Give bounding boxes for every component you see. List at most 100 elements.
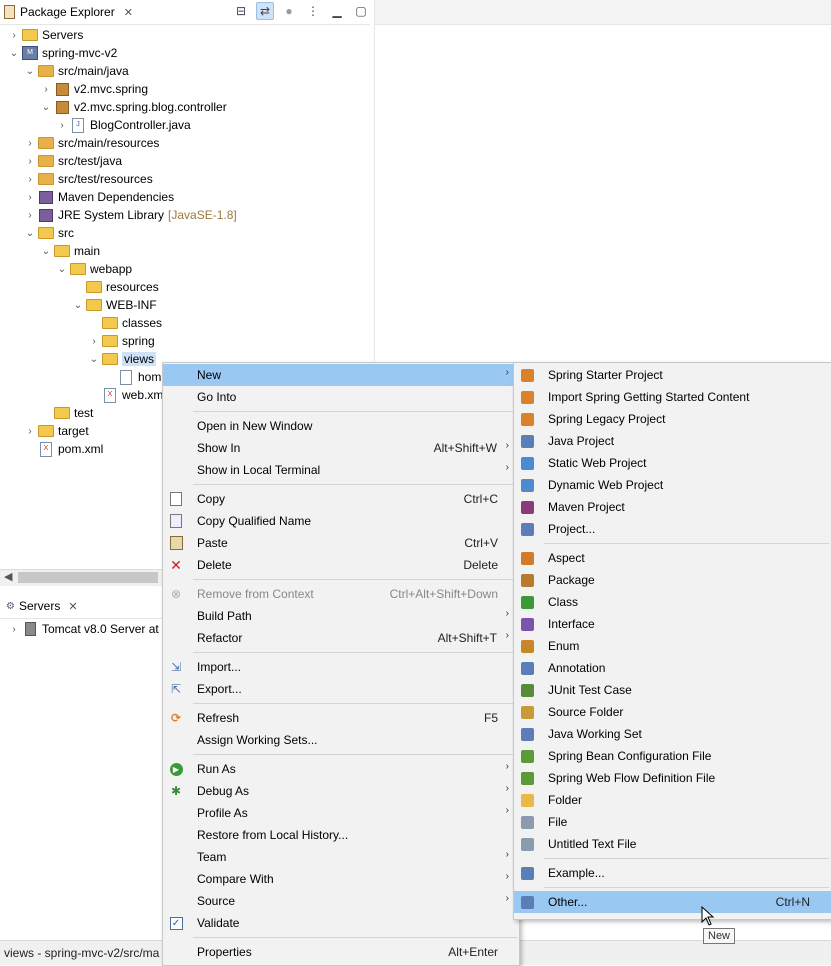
tree-item[interactable]: classes (88, 314, 162, 332)
chevron-down-icon[interactable]: ⌄ (40, 102, 52, 113)
menu-item-annotation[interactable]: Annotation (514, 657, 831, 679)
menu-item-source-folder[interactable]: Source Folder (514, 701, 831, 723)
close-icon[interactable]: ✕ (124, 6, 133, 19)
menu-item-copy-qualified-name[interactable]: Copy Qualified Name (163, 510, 519, 532)
menu-item-export[interactable]: ⇱ Export... (163, 678, 519, 700)
menu-item-project[interactable]: Project... (514, 518, 831, 540)
menu-item-junit-test-case[interactable]: JUnit Test Case (514, 679, 831, 701)
collapse-all-icon[interactable]: ⊟ (232, 2, 250, 20)
tree-item[interactable]: › src/main/resources (24, 134, 159, 152)
chevron-right-icon[interactable]: › (24, 138, 36, 149)
view-menu-icon[interactable]: ⋮ (304, 2, 322, 20)
tree-item[interactable]: ⌄ WEB-INF (72, 296, 157, 314)
menu-item-validate[interactable]: ✓ Validate (163, 912, 519, 934)
chevron-right-icon[interactable]: › (88, 336, 100, 347)
servers-tab[interactable]: ⚙ Servers ✕ (0, 599, 78, 613)
tree-item[interactable]: ⌄ Mspring-mvc-v2 (8, 44, 117, 62)
menu-item-import-spring-getting-started-content[interactable]: Import Spring Getting Started Content (514, 386, 831, 408)
menu-item-paste[interactable]: Paste Ctrl+V (163, 532, 519, 554)
chevron-right-icon[interactable]: › (24, 210, 36, 221)
menu-item-package[interactable]: Package (514, 569, 831, 591)
tree-item[interactable]: hom (104, 368, 161, 386)
menu-item-open-in-new-window[interactable]: Open in New Window (163, 415, 519, 437)
menu-item-source[interactable]: Source › (163, 890, 519, 912)
menu-item-run-as[interactable]: ▶ Run As › (163, 758, 519, 780)
server-row[interactable]: › Tomcat v8.0 Server at (8, 620, 159, 638)
menu-item-java-project[interactable]: Java Project (514, 430, 831, 452)
menu-item-enum[interactable]: Enum (514, 635, 831, 657)
tree-item[interactable]: Xpom.xml (24, 440, 103, 458)
menu-item-folder[interactable]: Folder (514, 789, 831, 811)
menu-item-example[interactable]: Example... (514, 862, 831, 884)
chevron-right-icon[interactable]: › (40, 84, 52, 95)
menu-item-build-path[interactable]: Build Path › (163, 605, 519, 627)
menu-item-spring-legacy-project[interactable]: Spring Legacy Project (514, 408, 831, 430)
chevron-down-icon[interactable]: ⌄ (56, 264, 68, 275)
menu-item-spring-starter-project[interactable]: Spring Starter Project (514, 364, 831, 386)
tree-item[interactable]: resources (72, 278, 159, 296)
chevron-right-icon[interactable]: › (24, 174, 36, 185)
chevron-down-icon[interactable]: ⌄ (8, 48, 20, 59)
tree-item[interactable]: › JRE System Library [JavaSE-1.8] (24, 206, 236, 224)
menu-item-dynamic-web-project[interactable]: Dynamic Web Project (514, 474, 831, 496)
package-explorer-tab[interactable]: Package Explorer ✕ (0, 0, 139, 24)
menu-item-static-web-project[interactable]: Static Web Project (514, 452, 831, 474)
menu-item-show-in[interactable]: Show In Alt+Shift+W › (163, 437, 519, 459)
focus-task-icon[interactable]: ● (280, 2, 298, 20)
chevron-down-icon[interactable]: ⌄ (24, 66, 36, 77)
chevron-down-icon[interactable]: ⌄ (88, 354, 100, 365)
chevron-right-icon[interactable]: › (24, 426, 36, 437)
scrollbar-thumb[interactable] (18, 572, 158, 583)
tree-item[interactable]: › src/test/java (24, 152, 122, 170)
tree-item[interactable]: › Maven Dependencies (24, 188, 174, 206)
tree-item[interactable]: test (40, 404, 93, 422)
menu-item-team[interactable]: Team › (163, 846, 519, 868)
menu-item-profile-as[interactable]: Profile As › (163, 802, 519, 824)
tree-item[interactable]: › J BlogController.java (56, 116, 191, 134)
menu-item-show-in-local-terminal[interactable]: Show in Local Terminal › (163, 459, 519, 481)
tree-item[interactable]: ⌄ views (88, 350, 157, 368)
menu-item-aspect[interactable]: Aspect (514, 547, 831, 569)
tree-item[interactable]: ⌄ src (24, 224, 74, 242)
scroll-left-icon[interactable]: ◀ (4, 570, 12, 583)
menu-item-maven-project[interactable]: Maven Project (514, 496, 831, 518)
menu-item-new[interactable]: New › (163, 364, 519, 386)
tree-item[interactable]: ⌄ webapp (56, 260, 132, 278)
menu-item-spring-bean-configuration-file[interactable]: Spring Bean Configuration File (514, 745, 831, 767)
link-with-editor-icon[interactable]: ⇄ (256, 2, 274, 20)
chevron-right-icon[interactable]: › (56, 120, 68, 131)
tree-item[interactable]: ⌄ src/main/java (24, 62, 129, 80)
menu-item-import[interactable]: ⇲ Import... (163, 656, 519, 678)
tree-item[interactable]: › v2.mvc.spring (40, 80, 148, 98)
minimize-icon[interactable]: ▁ (328, 2, 346, 20)
chevron-down-icon[interactable]: ⌄ (40, 246, 52, 257)
menu-item-compare-with[interactable]: Compare With › (163, 868, 519, 890)
menu-item-class[interactable]: Class (514, 591, 831, 613)
menu-item-java-working-set[interactable]: Java Working Set (514, 723, 831, 745)
menu-item-properties[interactable]: Properties Alt+Enter (163, 941, 519, 963)
tree-item[interactable]: › Servers (8, 26, 83, 44)
menu-item-file[interactable]: File (514, 811, 831, 833)
tree-item[interactable]: Xweb.xm (88, 386, 163, 404)
chevron-down-icon[interactable]: ⌄ (24, 228, 36, 239)
tree-item[interactable]: › spring (88, 332, 154, 350)
close-icon[interactable]: ✕ (68, 600, 77, 613)
menu-item-debug-as[interactable]: ✱ Debug As › (163, 780, 519, 802)
menu-item-restore-from-local-history[interactable]: Restore from Local History... (163, 824, 519, 846)
chevron-right-icon[interactable]: › (24, 192, 36, 203)
chevron-right-icon[interactable]: › (8, 624, 20, 635)
menu-item-untitled-text-file[interactable]: Untitled Text File (514, 833, 831, 855)
menu-item-delete[interactable]: ✕ Delete Delete (163, 554, 519, 576)
menu-item-spring-web-flow-definition-file[interactable]: Spring Web Flow Definition File (514, 767, 831, 789)
menu-item-other[interactable]: Other... Ctrl+N (514, 891, 831, 913)
menu-item-refresh[interactable]: ⟳ Refresh F5 (163, 707, 519, 729)
chevron-right-icon[interactable]: › (8, 30, 20, 41)
menu-item-refactor[interactable]: Refactor Alt+Shift+T › (163, 627, 519, 649)
chevron-right-icon[interactable]: › (24, 156, 36, 167)
menu-item-go-into[interactable]: Go Into (163, 386, 519, 408)
menu-item-copy[interactable]: Copy Ctrl+C (163, 488, 519, 510)
maximize-icon[interactable]: ▢ (352, 2, 370, 20)
tree-item[interactable]: ⌄ v2.mvc.spring.blog.controller (40, 98, 227, 116)
tree-item[interactable]: › src/test/resources (24, 170, 152, 188)
menu-item-assign-working-sets[interactable]: Assign Working Sets... (163, 729, 519, 751)
